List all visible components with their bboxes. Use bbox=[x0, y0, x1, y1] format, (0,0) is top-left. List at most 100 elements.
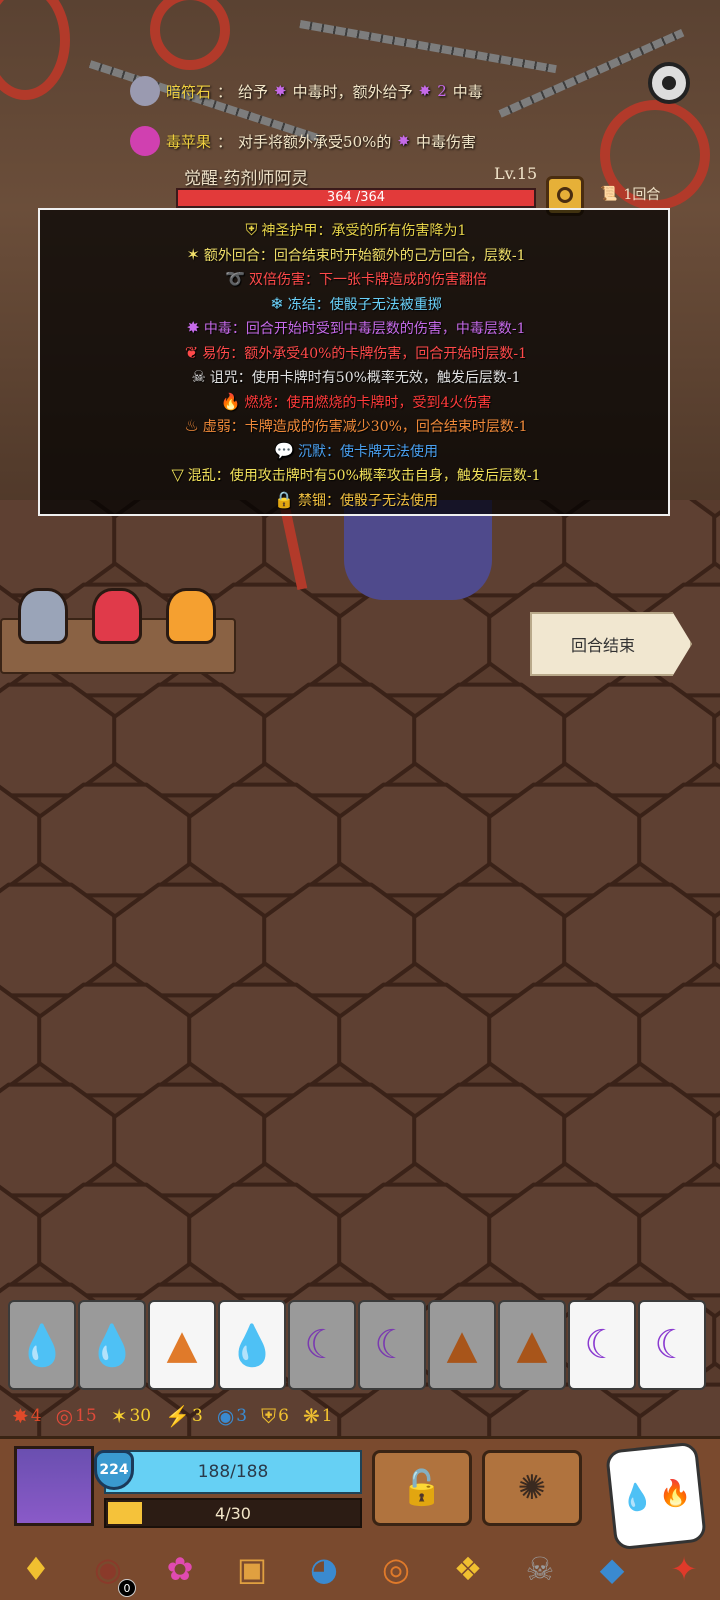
player-avatar[interactable] bbox=[14, 1446, 94, 1526]
wing-icon: ❋ bbox=[302, 1404, 320, 1428]
floor-tile bbox=[112, 682, 268, 798]
floor-tile bbox=[187, 782, 343, 898]
player-status-row: ✸ 4 ◎ 15 ✶ 30 ⚡ 3 ◉ 3 ⛨ 6 ❋ 1 bbox=[12, 1404, 333, 1428]
status-effect[interactable]: ◉ 3 bbox=[217, 1404, 247, 1428]
relic-slot[interactable]: ◆ bbox=[588, 1545, 636, 1593]
floor-tile bbox=[37, 782, 193, 898]
earth-icon: ▲ bbox=[166, 1322, 198, 1368]
status-effect[interactable]: ⛨ 6 bbox=[261, 1404, 289, 1428]
die-slot[interactable]: 💧 bbox=[8, 1300, 76, 1390]
reroll-dice-button[interactable]: ✺ bbox=[482, 1450, 582, 1526]
relic-slot[interactable]: ❖ bbox=[444, 1545, 492, 1593]
status-effect[interactable]: ⚡ 3 bbox=[165, 1404, 203, 1428]
turn-label: 1回合 bbox=[623, 187, 661, 203]
floor-tile bbox=[0, 682, 118, 798]
floor-tile bbox=[337, 582, 493, 698]
floor-tile bbox=[187, 1182, 343, 1298]
relic-slot[interactable]: ✦ bbox=[660, 1545, 708, 1593]
scroll-icon: 📜 bbox=[600, 186, 618, 202]
die-slot[interactable]: 💧 bbox=[78, 1300, 146, 1390]
settings-gear-icon[interactable] bbox=[648, 62, 690, 104]
relic-slot[interactable]: ◉ 0 bbox=[84, 1545, 136, 1597]
relic-name: 毒苹果 bbox=[166, 132, 212, 151]
player-energy-bar: 4/30 bbox=[104, 1498, 362, 1528]
water-drop-icon: 💧 bbox=[87, 1322, 137, 1369]
die-slot[interactable]: ☾ bbox=[288, 1300, 356, 1390]
floor-tile bbox=[0, 1082, 118, 1198]
status-effect[interactable]: ❋ 1 bbox=[303, 1404, 333, 1428]
poison-apple-icon bbox=[130, 126, 160, 156]
tooltip-line: ✸ 中毒：回合开始时受到中毒层数的伤害，中毒层数-1 bbox=[40, 318, 672, 338]
moon-icon: ☾ bbox=[304, 1322, 340, 1368]
dice-tray: 💧 💧 ▲ 💧 ☾ ☾ ▲ ▲ ☾ ☾ bbox=[8, 1300, 712, 1392]
poison-icon: ✸ bbox=[274, 82, 287, 100]
tooltip-line: ▽ 混乱：使用攻击牌时有50%概率攻击自身，触发后层数-1 bbox=[40, 465, 672, 485]
moon-icon: ☾ bbox=[374, 1322, 410, 1368]
relic-desc-extra: 中毒时，额外给予 bbox=[292, 82, 413, 101]
die-slot[interactable]: ☾ bbox=[358, 1300, 426, 1390]
floor-tile bbox=[37, 1182, 193, 1298]
tooltip-line: ❄ 冻结：使骰子无法被重掷 bbox=[40, 294, 672, 314]
tooltip-text: 中毒：回合开始时受到中毒层数的伤害，中毒层数-1 bbox=[203, 321, 526, 337]
floor-tile bbox=[337, 982, 493, 1098]
energy-value: 4/30 bbox=[215, 1503, 251, 1523]
floor-tile bbox=[712, 910, 720, 970]
tooltip-line: 💬 沉默：使卡牌无法使用 bbox=[40, 441, 672, 461]
floor-tile bbox=[412, 1082, 568, 1198]
relic-slot[interactable]: ◕ bbox=[300, 1545, 348, 1593]
potion-slot-red[interactable] bbox=[92, 588, 142, 644]
dark-rune-icon bbox=[130, 76, 160, 106]
amulet-icon: ♦ bbox=[21, 1550, 51, 1588]
end-turn-button[interactable]: 回合结束 bbox=[530, 612, 692, 676]
status-value: 1 bbox=[321, 1406, 333, 1426]
floor-tile bbox=[712, 710, 720, 770]
status-effect[interactable]: ◎ 15 bbox=[56, 1404, 97, 1428]
pink-blob-icon: ✿ bbox=[166, 1550, 194, 1588]
poison-icon: ✸ bbox=[418, 82, 432, 100]
enemy-hp-bar: 364 /364 bbox=[176, 188, 536, 208]
status-effects-tooltip[interactable]: ⛨ 神圣护甲：承受的所有伤害降为1 ✶ 额外回合：回合结束时开始额外的己方回合，层数-… bbox=[38, 208, 670, 516]
lock-dice-button[interactable]: 🔓 bbox=[372, 1450, 472, 1526]
tooltip-text: 额外回合：回合结束时开始额外的己方回合，层数-1 bbox=[203, 247, 526, 264]
relic-slot[interactable]: ☠ bbox=[516, 1545, 564, 1593]
die-slot[interactable]: ▲ bbox=[148, 1300, 216, 1390]
orange-shield-icon: ◎ bbox=[382, 1550, 410, 1588]
status-effect[interactable]: ✶ 30 bbox=[111, 1404, 151, 1428]
tooltip-line: 🔒 禁锢：使骰子无法使用 bbox=[40, 490, 672, 510]
floor-tile bbox=[37, 982, 193, 1098]
die-slot[interactable]: 💧 bbox=[218, 1300, 286, 1390]
energy-fill bbox=[108, 1502, 142, 1524]
status-value: 3 bbox=[192, 1406, 203, 1426]
relic-slot[interactable]: ♦ bbox=[12, 1545, 60, 1593]
freeze-icon: ❄ bbox=[270, 293, 284, 313]
relic-slot[interactable]: ✿ bbox=[156, 1545, 204, 1593]
spark-icon: ✶ bbox=[110, 1404, 128, 1428]
die-slot[interactable]: ▲ bbox=[498, 1300, 566, 1390]
silence-icon: 💬 bbox=[274, 440, 294, 460]
relic-slot[interactable]: ▣ bbox=[228, 1545, 276, 1593]
vulnerable-icon: ❦ bbox=[184, 342, 199, 362]
status-effect[interactable]: ✸ 4 bbox=[12, 1404, 42, 1428]
tooltip-line: ✶ 额外回合：回合结束时开始额外的己方回合，层数-1 bbox=[40, 245, 672, 265]
moon-icon: ☾ bbox=[654, 1322, 690, 1368]
floor-tile bbox=[637, 782, 720, 898]
tooltip-text: 易伤：额外承受40%的卡牌伤害，回合开始时层数-1 bbox=[202, 345, 528, 362]
dice-cube-icon: ▣ bbox=[236, 1550, 268, 1588]
die-slot[interactable]: ☾ bbox=[638, 1300, 706, 1390]
poison-icon: ✸ bbox=[397, 132, 410, 150]
die-slot[interactable]: ▲ bbox=[428, 1300, 496, 1390]
tooltip-text: 沉默：使卡牌无法使用 bbox=[297, 443, 438, 460]
relic-slot[interactable]: ◎ bbox=[372, 1545, 420, 1593]
blue-shell-icon: ◕ bbox=[310, 1550, 338, 1588]
water-ring-icon: ◉ bbox=[216, 1404, 235, 1428]
floor-tile bbox=[0, 882, 118, 998]
burn-icon: 🔥 bbox=[220, 391, 241, 411]
poison-stack-icon: ✸ bbox=[12, 1404, 29, 1428]
die-slot[interactable]: ☾ bbox=[568, 1300, 636, 1390]
potion-slot-orange[interactable] bbox=[166, 588, 216, 644]
roll-die-button[interactable]: 💧 🔥 bbox=[605, 1441, 707, 1551]
floor-tile bbox=[562, 882, 718, 998]
water-drop-icon: 💧 bbox=[227, 1322, 277, 1369]
potion-slot-grey[interactable] bbox=[18, 588, 68, 644]
floor-tile bbox=[562, 1082, 718, 1198]
